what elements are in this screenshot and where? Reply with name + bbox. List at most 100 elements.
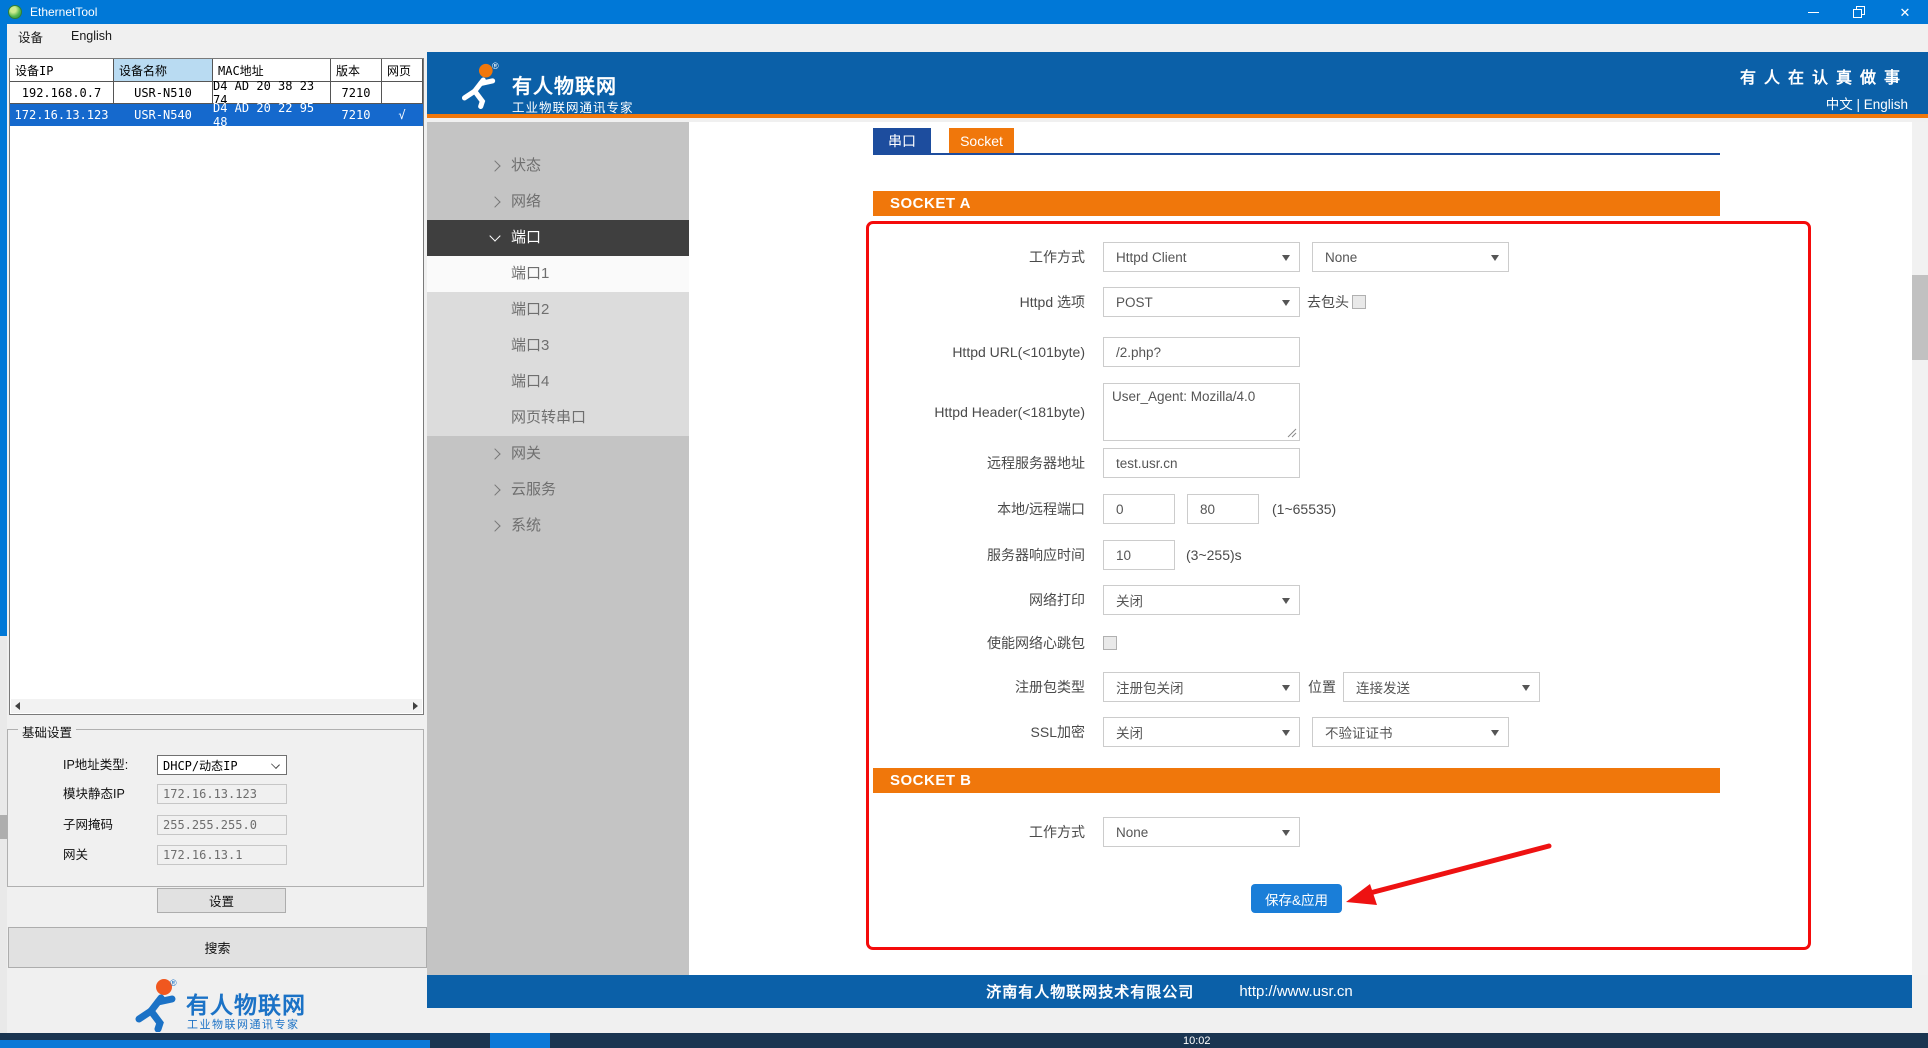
- static-ip-field[interactable]: 172.16.13.123: [157, 784, 287, 804]
- sidebar-item-status[interactable]: 状态: [427, 148, 689, 184]
- web-header: [427, 52, 1928, 118]
- col-header-version[interactable]: 版本: [331, 59, 382, 82]
- sidebar-item-gateway[interactable]: 网关: [427, 436, 689, 472]
- web-brand-title: 有人物联网: [512, 70, 617, 99]
- sidebar-item-port1-active[interactable]: 端口1: [427, 256, 689, 292]
- gateway-label: 网关: [63, 845, 88, 865]
- device-row-2-selected[interactable]: 172.16.13.123 USR-N540 D4 AD 20 22 95 48…: [10, 104, 423, 126]
- response-time-input[interactable]: 10: [1103, 540, 1175, 570]
- sidebar-item-system[interactable]: 系统: [427, 508, 689, 544]
- strip-header-checkbox[interactable]: [1352, 295, 1366, 309]
- sidebar-item-port2[interactable]: 端口2: [427, 292, 689, 328]
- ssl-label: SSL加密: [870, 717, 1085, 747]
- reg-position-label: 位置: [1308, 672, 1336, 702]
- remote-server-label: 远程服务器地址: [870, 448, 1085, 478]
- title-bar: EthernetTool ✕: [0, 0, 1928, 24]
- dropdown-arrow-icon: [1282, 830, 1290, 836]
- httpd-url-label: Httpd URL(<101byte): [870, 337, 1085, 367]
- minimize-button[interactable]: [1790, 0, 1836, 24]
- net-print-label: 网络打印: [870, 585, 1085, 615]
- cell-mac: D4 AD 20 22 95 48: [213, 104, 331, 126]
- col-header-name[interactable]: 设备名称: [114, 59, 213, 82]
- sidebar-item-cloud[interactable]: 云服务: [427, 472, 689, 508]
- col-header-web[interactable]: 网页: [382, 59, 423, 82]
- sidebar-item-port-expanded[interactable]: 端口: [427, 220, 689, 256]
- scroll-right-icon[interactable]: [413, 702, 418, 710]
- local-port-value: 0: [1116, 502, 1124, 517]
- footer-company: 济南有人物联网技术有限公司: [986, 981, 1194, 1002]
- ports-range-hint: (1~65535): [1272, 494, 1336, 524]
- menu-english[interactable]: English: [61, 29, 122, 43]
- chevron-right-icon: [489, 160, 500, 171]
- httpd-header-textarea[interactable]: User_Agent: Mozilla/4.0: [1103, 383, 1300, 441]
- work-mode-b-label: 工作方式: [870, 817, 1085, 847]
- ssl-cert-select[interactable]: 不验证证书: [1312, 717, 1509, 747]
- work-mode-b-select[interactable]: None: [1103, 817, 1300, 847]
- sidebar-item-port4[interactable]: 端口4: [427, 364, 689, 400]
- remote-port-value: 80: [1200, 502, 1215, 517]
- tab-socket-active[interactable]: Socket: [949, 128, 1014, 153]
- menu-device[interactable]: 设备: [8, 27, 53, 46]
- sidebar-item-network[interactable]: 网络: [427, 184, 689, 220]
- ip-type-label: IP地址类型:: [63, 755, 128, 775]
- close-button[interactable]: ✕: [1882, 0, 1928, 24]
- sidebar-item-web-to-serial[interactable]: 网页转串口: [427, 400, 689, 436]
- socket-a-banner: SOCKET A: [873, 191, 1720, 216]
- left-scrollbar-thumb[interactable]: [0, 815, 7, 839]
- httpd-option-select[interactable]: POST: [1103, 287, 1300, 317]
- web-slogan: 有人在认真做事: [1740, 64, 1908, 88]
- footer-url[interactable]: http://www.usr.cn: [1239, 983, 1352, 1000]
- reg-packet-select[interactable]: 注册包关闭: [1103, 672, 1300, 702]
- table-horizontal-scrollbar[interactable]: [11, 699, 422, 713]
- strip-header-label: 去包头: [1307, 287, 1349, 317]
- restore-icon-front: [1853, 9, 1862, 18]
- sidebar-label: 端口2: [511, 292, 549, 328]
- content-scrollbar-thumb[interactable]: [1912, 275, 1928, 360]
- scroll-left-icon[interactable]: [15, 702, 20, 710]
- work-mode-select-2[interactable]: None: [1312, 242, 1509, 272]
- subnet-mask-label: 子网掩码: [63, 815, 113, 835]
- cell-name: USR-N510: [114, 82, 213, 104]
- dropdown-arrow-icon: [1282, 300, 1290, 306]
- tab-serial[interactable]: 串口: [873, 128, 931, 153]
- chevron-right-icon: [489, 196, 500, 207]
- remote-server-value: test.usr.cn: [1116, 456, 1178, 471]
- subnet-mask-field[interactable]: 255.255.255.0: [157, 815, 287, 835]
- set-button[interactable]: 设置: [157, 888, 286, 913]
- gateway-field[interactable]: 172.16.13.1: [157, 845, 287, 865]
- ssl-value: 关闭: [1116, 722, 1143, 742]
- work-mode2-value: None: [1325, 250, 1357, 265]
- save-apply-button[interactable]: 保存&应用: [1251, 884, 1342, 913]
- dropdown-arrow-icon: [1491, 730, 1499, 736]
- language-switch[interactable]: 中文 | English: [1826, 93, 1908, 113]
- cell-ip: 192.168.0.7: [10, 82, 114, 104]
- search-button[interactable]: 搜索: [8, 927, 427, 968]
- ssl-select[interactable]: 关闭: [1103, 717, 1300, 747]
- taskbar-clock: 10:02: [1183, 1035, 1211, 1047]
- heartbeat-checkbox[interactable]: [1103, 636, 1117, 650]
- sidebar-label: 端口3: [511, 328, 549, 364]
- sidebar-item-port3[interactable]: 端口3: [427, 328, 689, 364]
- cell-ip: 172.16.13.123: [10, 104, 114, 126]
- content-scrollbar-track[interactable]: [1912, 122, 1928, 975]
- sidebar-label: 云服务: [511, 472, 556, 508]
- dropdown-arrow-icon: [1282, 598, 1290, 604]
- work-mode-select[interactable]: Httpd Client: [1103, 242, 1300, 272]
- restore-button[interactable]: [1836, 0, 1882, 24]
- ip-type-select[interactable]: DHCP/动态IP: [157, 755, 287, 775]
- basic-settings-title: 基础设置: [18, 722, 76, 741]
- web-footer: 济南有人物联网技术有限公司 http://www.usr.cn: [427, 975, 1912, 1008]
- net-print-select[interactable]: 关闭: [1103, 585, 1300, 615]
- col-header-ip[interactable]: 设备IP: [10, 59, 114, 82]
- remote-server-input[interactable]: test.usr.cn: [1103, 448, 1300, 478]
- taskbar-active-app[interactable]: [490, 1033, 550, 1048]
- sidebar-label: 系统: [511, 508, 541, 544]
- sidebar-label: 端口4: [511, 364, 549, 400]
- httpd-url-input[interactable]: /2.php?: [1103, 337, 1300, 367]
- reg-position-select[interactable]: 连接发送: [1343, 672, 1540, 702]
- cell-web-check: √: [382, 104, 423, 126]
- remote-port-input[interactable]: 80: [1187, 494, 1259, 524]
- resize-handle-icon[interactable]: [1287, 428, 1297, 438]
- work-mode-b-value: None: [1116, 825, 1148, 840]
- local-port-input[interactable]: 0: [1103, 494, 1175, 524]
